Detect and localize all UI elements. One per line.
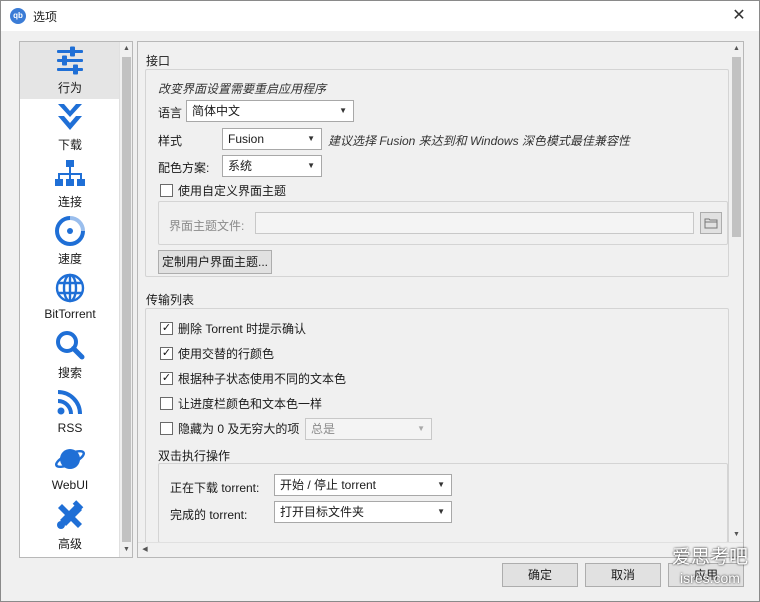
- double-chevron-down-icon: [58, 104, 82, 130]
- sidebar-item-downloads[interactable]: 下载: [20, 99, 120, 156]
- window-title: 选项: [33, 10, 58, 24]
- completed-label: 完成的 torrent:: [170, 508, 248, 522]
- sidebar-item-label: 下载: [57, 138, 82, 152]
- dropdown-arrow-icon: ▼: [437, 507, 445, 516]
- sidebar-item-label: RSS: [57, 421, 83, 435]
- tools-icon: [57, 500, 84, 529]
- sidebar-item-label: 行为: [57, 81, 82, 95]
- sidebar-item-speed[interactable]: 速度: [20, 213, 120, 270]
- sidebar-scrollbar[interactable]: ▲ ▼: [119, 42, 132, 557]
- scroll-down-icon[interactable]: ▼: [120, 543, 132, 557]
- checkbox-check-icon: ✓: [160, 322, 173, 335]
- theme-file-label: 界面主题文件:: [169, 219, 245, 233]
- sliders-icon: [57, 46, 83, 75]
- completed-action-select[interactable]: 打开目标文件夹 ▼: [274, 501, 452, 523]
- completed-action-value: 打开目标文件夹: [280, 505, 365, 519]
- dropdown-arrow-icon: ▼: [417, 424, 425, 433]
- language-label: 语言: [158, 106, 183, 120]
- double-click-title: 双击执行操作: [158, 449, 231, 463]
- scroll-left-icon[interactable]: ◀: [138, 543, 152, 557]
- search-icon: [56, 331, 85, 360]
- language-select[interactable]: 简体中文 ▼: [186, 100, 354, 122]
- title-bar: qb 选项 ✕: [1, 1, 759, 31]
- checkbox-label: 根据种子状态使用不同的文本色: [178, 372, 347, 386]
- sidebar-item-label: 速度: [57, 252, 82, 266]
- checkbox-box: [160, 422, 173, 435]
- downloading-action-select[interactable]: 开始 / 停止 torrent ▼: [274, 474, 452, 496]
- network-icon: [55, 160, 85, 186]
- ok-button[interactable]: 确定: [502, 563, 578, 587]
- restart-note: 改变界面设置需要重启应用程序: [158, 82, 327, 96]
- theme-file-input[interactable]: [255, 212, 694, 234]
- style-hint: 建议选择 Fusion 来达到和 Windows 深色模式最佳兼容性: [328, 134, 630, 148]
- checkbox-box: [160, 184, 173, 197]
- category-list: 行为 下载 连接 速度 BitTorrent 搜索 RSS WebUI 高级: [20, 42, 120, 557]
- style-select[interactable]: Fusion ▼: [222, 128, 322, 150]
- transfer-list-group-title: 传输列表: [146, 293, 195, 307]
- settings-horizontal-scrollbar[interactable]: ◀: [138, 542, 743, 557]
- scroll-up-icon[interactable]: ▲: [120, 42, 132, 56]
- globe-icon: [55, 273, 85, 303]
- checkbox-label: 删除 Torrent 时提示确认: [178, 322, 307, 336]
- speedometer-icon: [55, 216, 85, 246]
- custom-theme-label: 使用自定义界面主题: [178, 184, 287, 198]
- sidebar-item-connection[interactable]: 连接: [20, 156, 120, 213]
- rss-icon: [57, 390, 82, 415]
- scroll-down-icon[interactable]: ▼: [730, 528, 743, 542]
- sidebar-item-label: 连接: [57, 195, 82, 209]
- category-sidebar: 行为 下载 连接 速度 BitTorrent 搜索 RSS WebUI 高级 ▲…: [19, 41, 133, 558]
- downloading-action-value: 开始 / 停止 torrent: [280, 478, 377, 492]
- folder-icon: [704, 218, 718, 229]
- language-select-value: 简体中文: [192, 104, 241, 118]
- sidebar-item-rss[interactable]: RSS: [20, 384, 120, 441]
- color-scheme-select-value: 系统: [228, 159, 253, 173]
- qbittorrent-logo-icon: qb: [10, 8, 26, 24]
- color-scheme-label: 配色方案:: [158, 161, 210, 175]
- checkbox-label: 让进度栏颜色和文本色一样: [178, 397, 323, 411]
- interface-group-title: 接口: [146, 54, 171, 68]
- cancel-button[interactable]: 取消: [585, 563, 661, 587]
- checkbox-check-icon: ✓: [160, 347, 173, 360]
- checkbox-label: 使用交替的行颜色: [178, 347, 275, 361]
- sidebar-item-search[interactable]: 搜索: [20, 327, 120, 384]
- scroll-up-icon[interactable]: ▲: [730, 42, 743, 56]
- sidebar-item-bittorrent[interactable]: BitTorrent: [20, 270, 120, 327]
- close-button[interactable]: ✕: [719, 1, 759, 31]
- sidebar-item-webui[interactable]: WebUI: [20, 441, 120, 498]
- sidebar-item-label: BitTorrent: [44, 307, 96, 321]
- options-dialog: qb 选项 ✕ 行为 下载 连接 速度 BitTorrent 搜索 RSS We…: [0, 0, 760, 602]
- sidebar-item-label: 搜索: [57, 366, 82, 380]
- checkbox-label: 隐藏为 0 及无穷大的项: [178, 422, 300, 436]
- customize-theme-button[interactable]: 定制用户界面主题...: [158, 250, 272, 274]
- planet-icon: [54, 449, 86, 469]
- browse-folder-button[interactable]: [700, 212, 722, 234]
- checkbox-check-icon: ✓: [160, 372, 173, 385]
- hide-zero-select-value: 总是: [311, 422, 336, 436]
- sidebar-item-advanced[interactable]: 高级: [20, 498, 120, 555]
- dropdown-arrow-icon: ▼: [339, 106, 347, 115]
- settings-scroll-area: 接口 改变界面设置需要重启应用程序 语言 简体中文 ▼ 样式 Fusion ▼ …: [138, 42, 730, 542]
- scrollbar-thumb[interactable]: [122, 57, 131, 542]
- hide-zero-select[interactable]: 总是 ▼: [305, 418, 432, 440]
- checkbox-box: [160, 397, 173, 410]
- sidebar-item-behavior[interactable]: 行为: [20, 42, 120, 99]
- settings-panel: 接口 改变界面设置需要重启应用程序 语言 简体中文 ▼ 样式 Fusion ▼ …: [137, 41, 744, 558]
- downloading-label: 正在下载 torrent:: [170, 481, 260, 495]
- apply-button[interactable]: 应用: [668, 563, 744, 587]
- dropdown-arrow-icon: ▼: [437, 480, 445, 489]
- color-scheme-select[interactable]: 系统 ▼: [222, 155, 322, 177]
- dropdown-arrow-icon: ▼: [307, 134, 315, 143]
- sidebar-item-label: 高级: [57, 537, 82, 551]
- sidebar-item-label: WebUI: [51, 478, 89, 492]
- settings-vertical-scrollbar[interactable]: ▲ ▼: [730, 42, 743, 542]
- scrollbar-thumb[interactable]: [732, 57, 741, 237]
- dropdown-arrow-icon: ▼: [307, 161, 315, 170]
- style-select-value: Fusion: [228, 132, 265, 146]
- style-label: 样式: [158, 134, 183, 148]
